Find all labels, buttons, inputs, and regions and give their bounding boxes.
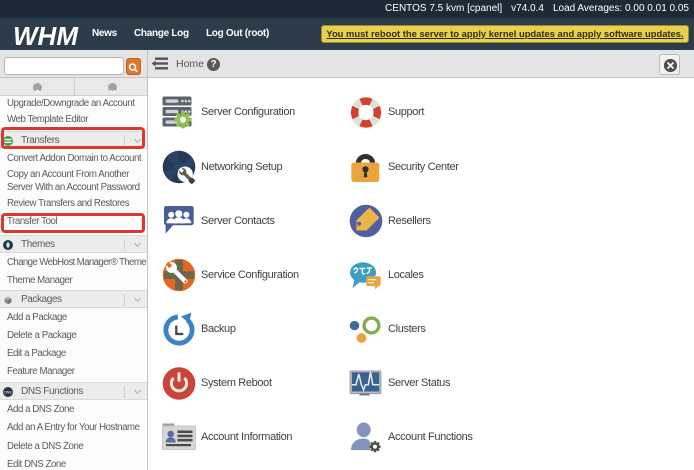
svg-text:DNS: DNS [4, 391, 12, 395]
